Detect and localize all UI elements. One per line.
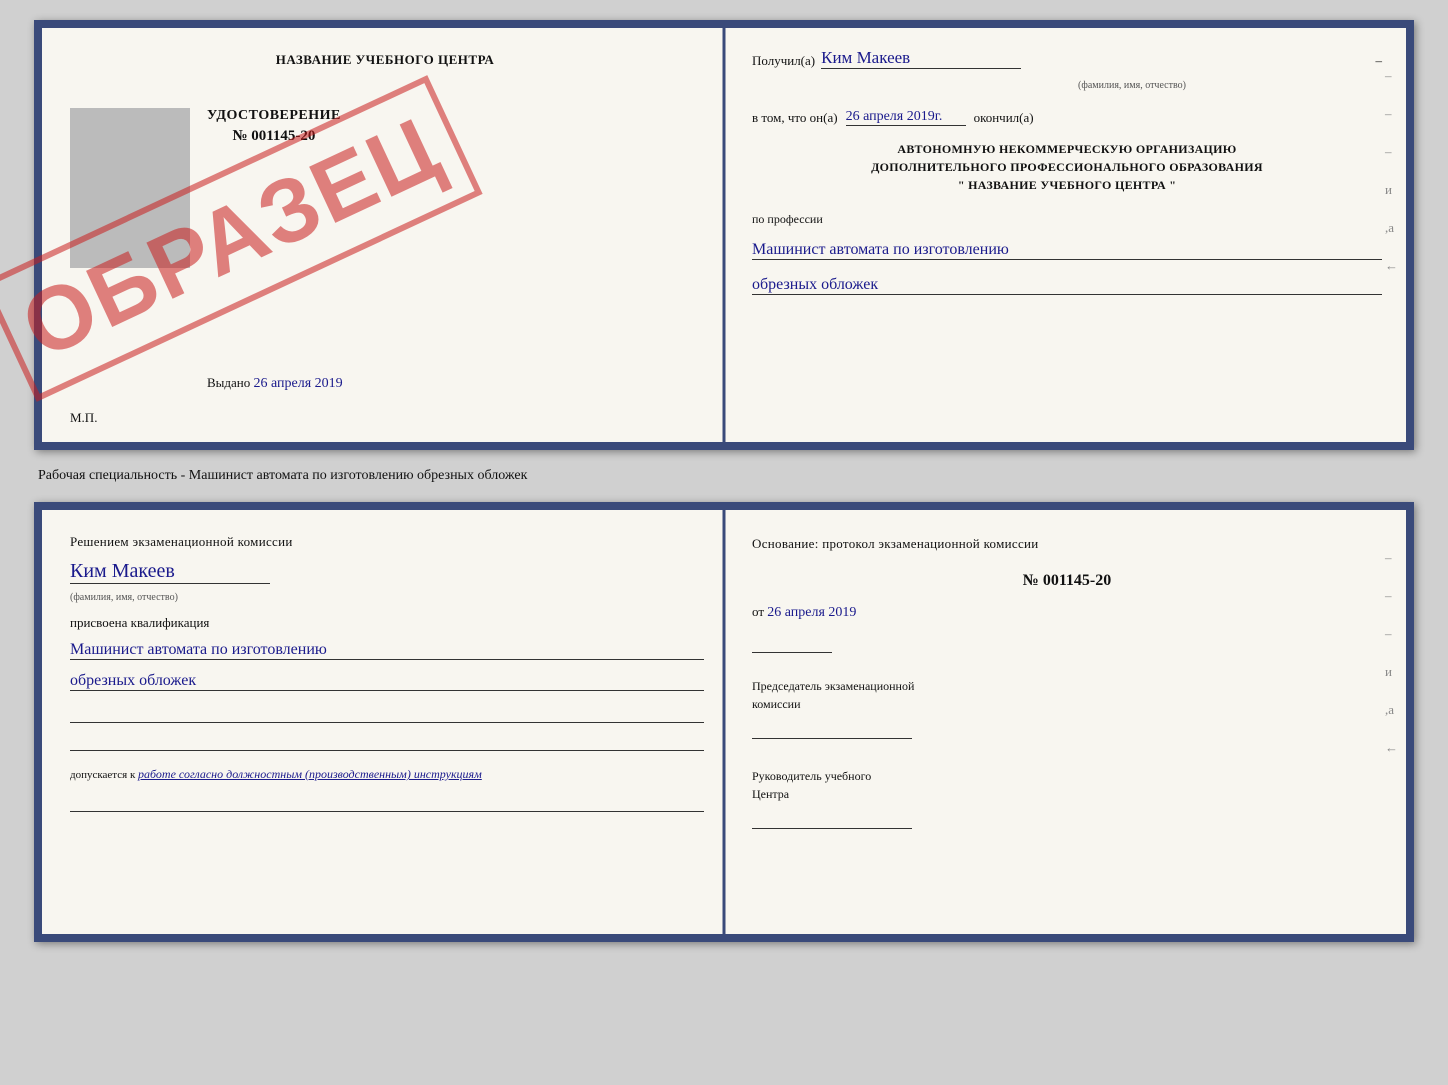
date-underline <box>752 635 832 653</box>
vtom-row: в том, что он(а) 26 апреля 2019г. окончи… <box>752 109 1382 126</box>
dash1: – <box>1376 53 1383 69</box>
chairman-sign-line <box>752 717 912 739</box>
admits-label: допускается к работе согласно должностны… <box>70 767 704 782</box>
fio-sublabel-top: (фамилия, имя, отчество) <box>882 80 1382 91</box>
bsd4: и <box>1385 664 1398 680</box>
sd1: – <box>1385 68 1398 84</box>
photo-placeholder <box>70 108 190 268</box>
profession-value1: Машинист автомата по изготовлению <box>752 241 1382 260</box>
qual-value1: Машинист автомата по изготовлению <box>70 641 704 660</box>
director-label1: Руководитель учебного <box>752 767 1382 785</box>
received-label: Получил(а) <box>752 53 815 69</box>
assigned-label: присвоена квалификация <box>70 615 704 631</box>
director-block: Руководитель учебного Центра <box>752 767 1382 829</box>
director-label2: Центра <box>752 785 1382 803</box>
basis-title: Основание: протокол экзаменационной коми… <box>752 534 1382 554</box>
sd5: ,а <box>1385 220 1398 236</box>
issued-date-row: Выдано 26 апреля 2019 <box>207 375 343 392</box>
cert-title: УДОСТОВЕРЕНИЕ <box>207 108 341 124</box>
bot-left: Решением экзаменационной комиссии Ким Ма… <box>42 510 724 934</box>
bsd2: – <box>1385 588 1398 604</box>
underline3 <box>70 794 704 812</box>
top-doc-left: НАЗВАНИЕ УЧЕБНОГО ЦЕНТРА УДОСТОВЕРЕНИЕ №… <box>42 28 724 442</box>
bottom-document: Решением экзаменационной комиссии Ким Ма… <box>34 502 1414 942</box>
underlines-block <box>70 705 704 751</box>
received-row: Получил(а) Ким Макеев – <box>752 48 1382 69</box>
vtom-date: 26 апреля 2019г. <box>846 109 966 126</box>
issued-date-value: 26 апреля 2019 <box>254 376 343 391</box>
sd6: ← <box>1385 258 1398 274</box>
middle-caption: Рабочая специальность - Машинист автомат… <box>34 468 1414 484</box>
admits-prefix: допускается к <box>70 769 135 781</box>
org-line2: ДОПОЛНИТЕЛЬНОГО ПРОФЕССИОНАЛЬНОГО ОБРАЗО… <box>752 158 1382 176</box>
protocol-date: от 26 апреля 2019 <box>752 604 1382 621</box>
date-prefix: от <box>752 604 764 619</box>
chairman-label2: комиссии <box>752 695 1382 713</box>
bot-right: Основание: протокол экзаменационной коми… <box>724 510 1406 934</box>
finished-label: окончил(а) <box>974 110 1034 126</box>
bot-fio-row: Ким Макеев <box>70 556 704 584</box>
top-doc-right: Получил(а) Ким Макеев – (фамилия, имя, о… <box>724 28 1406 442</box>
org-block: АВТОНОМНУЮ НЕКОММЕРЧЕСКУЮ ОРГАНИЗАЦИЮ ДО… <box>752 140 1382 194</box>
underline1 <box>70 705 704 723</box>
director-sign-line <box>752 807 912 829</box>
school-name-top: НАЗВАНИЕ УЧЕБНОГО ЦЕНТРА <box>276 52 495 68</box>
issued-label: Выдано <box>207 375 250 390</box>
org-line3: " НАЗВАНИЕ УЧЕБНОГО ЦЕНТРА " <box>752 176 1382 194</box>
bsd6: ← <box>1385 740 1398 756</box>
qual-value2: обрезных обложек <box>70 672 704 691</box>
sd2: – <box>1385 106 1398 122</box>
bsd1: – <box>1385 550 1398 566</box>
admits-italic: работе согласно должностным (производств… <box>138 767 482 781</box>
sd4: и <box>1385 182 1398 198</box>
profession-value2: обрезных обложек <box>752 276 1382 295</box>
side-lines-top: – – – и ,а ← <box>1385 68 1398 274</box>
chairman-label1: Председатель экзаменационной <box>752 677 1382 695</box>
caption-text: Рабочая специальность - Машинист автомат… <box>38 468 527 483</box>
bsd5: ,а <box>1385 702 1398 718</box>
bot-fio: Ким Макеев <box>70 560 270 584</box>
chairman-block: Председатель экзаменационной комиссии <box>752 677 1382 739</box>
cert-title-block: УДОСТОВЕРЕНИЕ № 001145-20 <box>207 108 341 145</box>
top-document: НАЗВАНИЕ УЧЕБНОГО ЦЕНТРА УДОСТОВЕРЕНИЕ №… <box>34 20 1414 450</box>
org-line1: АВТОНОМНУЮ НЕКОММЕРЧЕСКУЮ ОРГАНИЗАЦИЮ <box>752 140 1382 158</box>
sd3: – <box>1385 144 1398 160</box>
decision-title: Решением экзаменационной комиссии <box>70 534 704 550</box>
vtom-label: в том, что он(а) <box>752 110 838 126</box>
bsd3: – <box>1385 626 1398 642</box>
underline2 <box>70 733 704 751</box>
protocol-date-value: 26 апреля 2019 <box>767 605 856 620</box>
bot-fio-sublabel: (фамилия, имя, отчество) <box>70 592 704 603</box>
cert-number: № 001145-20 <box>207 128 341 145</box>
mp-label: М.П. <box>70 410 97 426</box>
profession-label: по профессии <box>752 212 1382 227</box>
recipient-name: Ким Макеев <box>821 48 1021 69</box>
protocol-number: № 001145-20 <box>752 572 1382 590</box>
side-lines-bot: – – – и ,а ← <box>1385 550 1398 756</box>
